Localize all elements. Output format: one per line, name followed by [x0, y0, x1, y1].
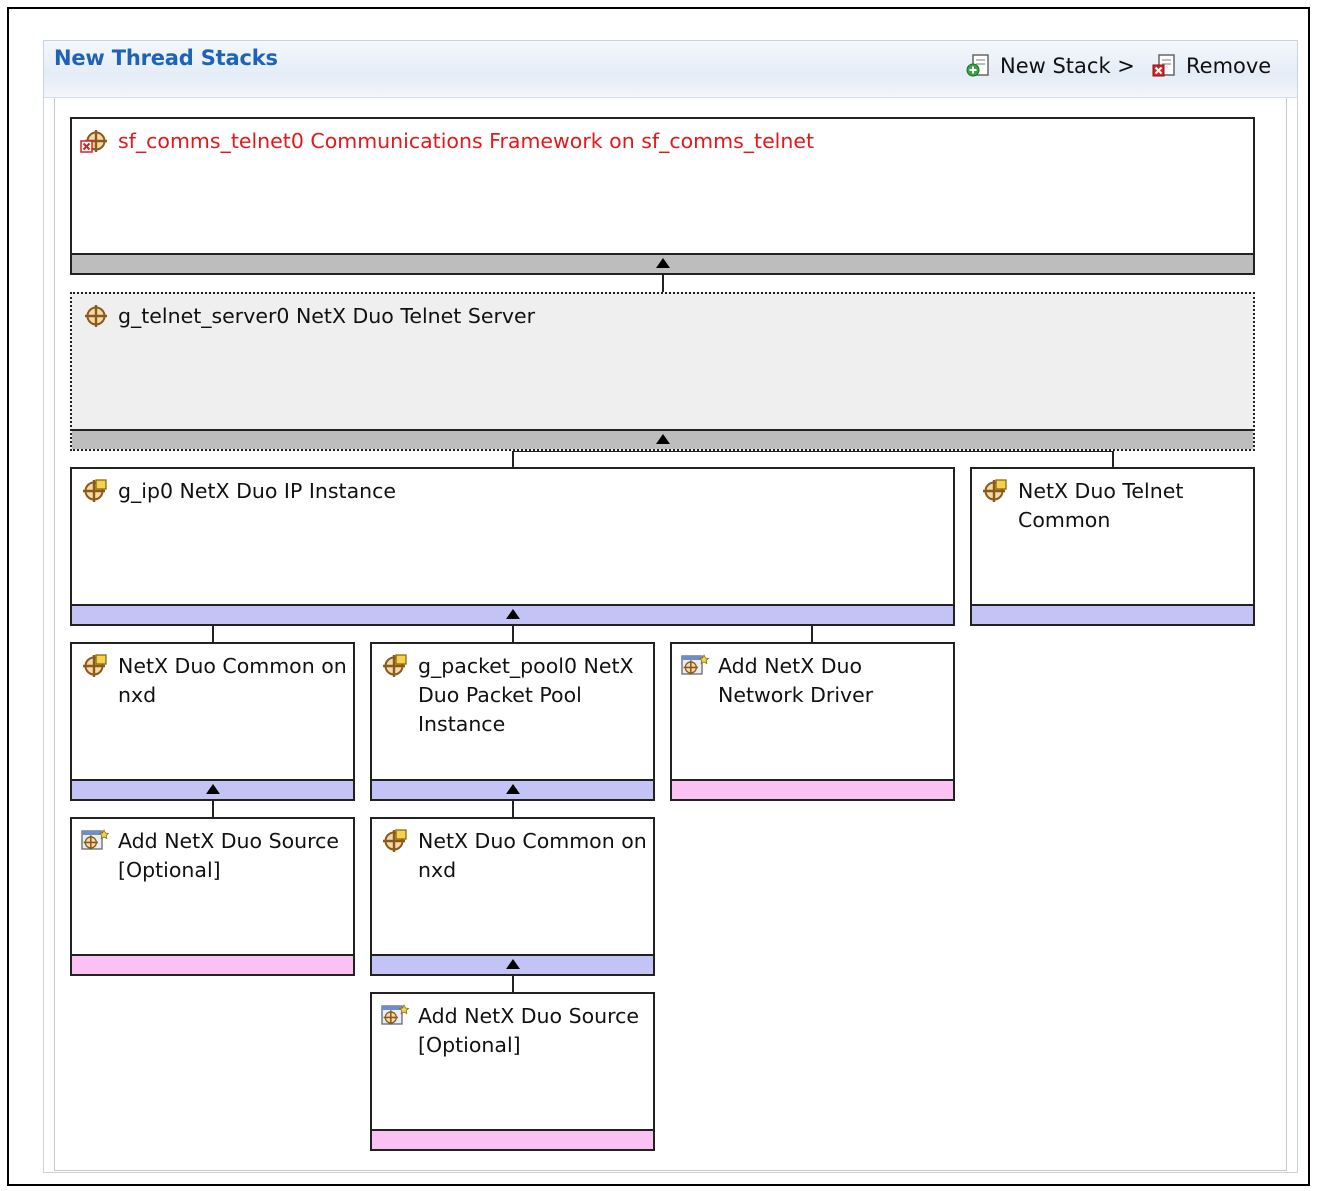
- module-label: Add NetX Duo Source [Optional]: [118, 829, 339, 882]
- module-bar: [972, 604, 1253, 624]
- module-telnet-common[interactable]: NetX Duo Telnet Common: [970, 467, 1255, 626]
- new-stack-button[interactable]: New Stack >: [966, 52, 1135, 80]
- module-error-icon: [80, 128, 109, 154]
- module-config-icon: [381, 653, 407, 679]
- module-label: g_ip0 NetX Duo IP Instance: [118, 479, 397, 503]
- module-icon: [83, 303, 109, 329]
- module-label: Add NetX Duo Source [Optional]: [418, 1004, 639, 1057]
- module-header: NetX Duo Telnet Common: [980, 477, 1247, 535]
- module-header: NetX Duo Common on nxd: [380, 827, 647, 885]
- module-header: Add NetX Duo Source [Optional]: [380, 1002, 647, 1060]
- expand-arrow-icon: [505, 959, 520, 969]
- module-expand-bar[interactable]: [372, 779, 653, 799]
- module-label: sf_comms_telnet0 Communications Framewor…: [118, 129, 815, 153]
- remove-button[interactable]: Remove: [1152, 52, 1271, 80]
- module-expand-bar[interactable]: [372, 954, 653, 974]
- module-header: g_packet_pool0 NetX Duo Packet Pool Inst…: [380, 652, 647, 739]
- expand-arrow-icon: [205, 784, 220, 794]
- module-label: g_packet_pool0 NetX Duo Packet Pool Inst…: [418, 654, 634, 736]
- add-source-slot[interactable]: Add NetX Duo Source [Optional]: [370, 992, 655, 1151]
- module-comms-framework[interactable]: sf_comms_telnet0 Communications Framewor…: [70, 117, 1255, 275]
- module-netx-common[interactable]: NetX Duo Common on nxd: [70, 642, 355, 801]
- connector-line: [662, 274, 664, 292]
- module-header: Add NetX Duo Network Driver: [680, 652, 947, 710]
- module-config-icon: [981, 478, 1007, 504]
- module-label: NetX Duo Common on nxd: [418, 829, 647, 882]
- module-ip-instance[interactable]: g_ip0 NetX Duo IP Instance: [70, 467, 955, 626]
- module-config-icon: [381, 828, 407, 854]
- connector-line: [512, 625, 514, 643]
- module-header: NetX Duo Common on nxd: [80, 652, 347, 710]
- add-source-slot[interactable]: Add NetX Duo Source [Optional]: [70, 817, 355, 976]
- module-bar: [72, 954, 353, 974]
- expand-arrow-icon: [655, 434, 670, 444]
- module-netx-common[interactable]: NetX Duo Common on nxd: [370, 817, 655, 976]
- module-label: NetX Duo Telnet Common: [1018, 479, 1184, 532]
- connector-line: [512, 800, 514, 818]
- module-bar: [372, 1129, 653, 1149]
- module-telnet-server[interactable]: g_telnet_server0 NetX Duo Telnet Server: [70, 292, 1255, 451]
- module-expand-bar[interactable]: [72, 253, 1253, 273]
- panel-title: New Thread Stacks: [54, 46, 278, 70]
- connector-line: [512, 450, 514, 468]
- module-label: NetX Duo Common on nxd: [118, 654, 347, 707]
- connector-line: [1112, 450, 1114, 468]
- module-header: g_telnet_server0 NetX Duo Telnet Server: [80, 302, 1247, 331]
- module-expand-bar[interactable]: [72, 604, 953, 624]
- module-bar: [672, 779, 953, 799]
- module-header: sf_comms_telnet0 Communications Framewor…: [80, 127, 1247, 156]
- add-module-icon: [681, 654, 710, 676]
- add-network-driver-slot[interactable]: Add NetX Duo Network Driver: [670, 642, 955, 801]
- add-module-icon: [381, 1004, 410, 1026]
- module-config-icon: [81, 653, 107, 679]
- remove-label: Remove: [1186, 54, 1272, 78]
- expand-arrow-icon: [505, 609, 520, 619]
- module-label: g_telnet_server0 NetX Duo Telnet Server: [118, 304, 536, 328]
- connector-line: [811, 625, 813, 643]
- new-stack-icon: [966, 54, 989, 77]
- connector-line: [212, 625, 214, 643]
- module-config-icon: [81, 478, 107, 504]
- module-expand-bar[interactable]: [72, 429, 1253, 449]
- module-expand-bar[interactable]: [72, 779, 353, 799]
- connector-line: [212, 800, 214, 818]
- module-header: Add NetX Duo Source [Optional]: [80, 827, 347, 885]
- new-stack-label: New Stack >: [1000, 54, 1135, 78]
- module-label: Add NetX Duo Network Driver: [718, 654, 874, 707]
- module-header: g_ip0 NetX Duo IP Instance: [80, 477, 947, 506]
- expand-arrow-icon: [655, 258, 670, 268]
- expand-arrow-icon: [505, 784, 520, 794]
- module-packet-pool[interactable]: g_packet_pool0 NetX Duo Packet Pool Inst…: [370, 642, 655, 801]
- add-module-icon: [81, 829, 110, 851]
- connector-line: [512, 975, 514, 993]
- remove-icon: [1152, 54, 1175, 77]
